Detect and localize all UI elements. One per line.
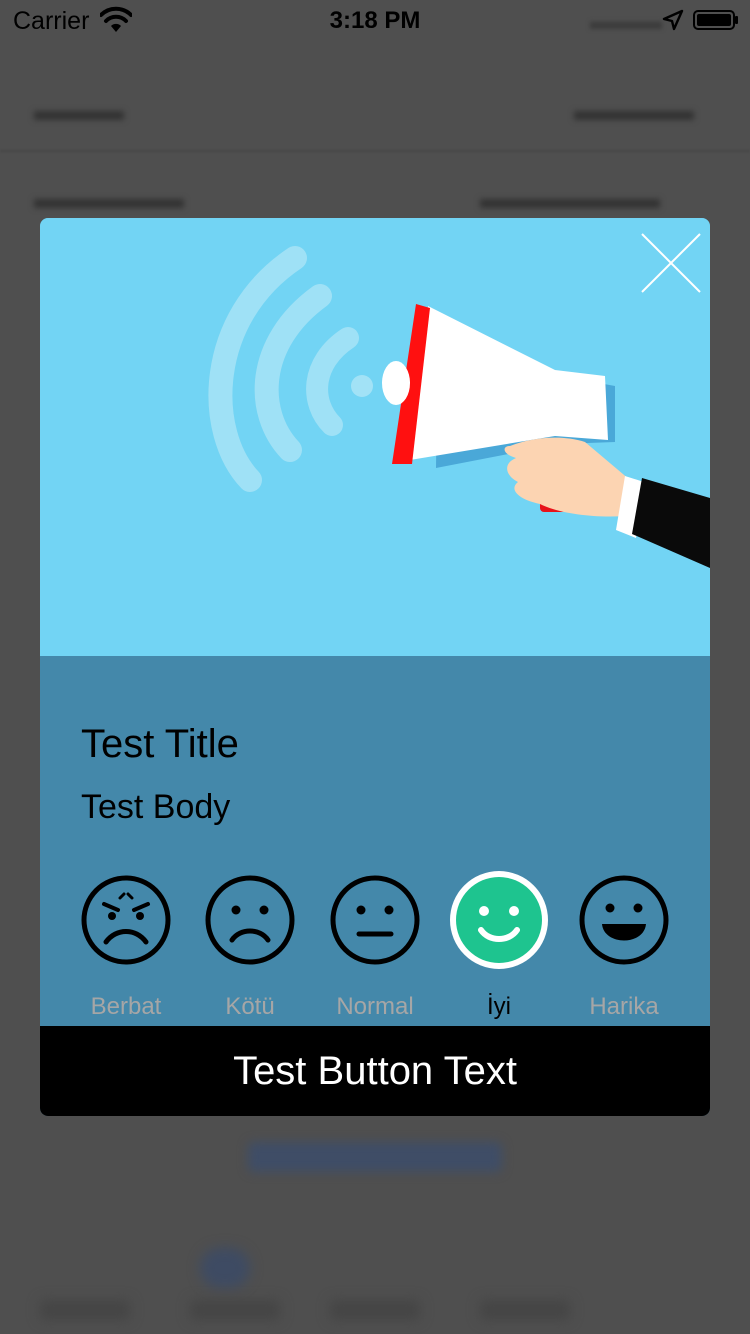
bg-tab-label (330, 1300, 420, 1320)
neutral-face-icon (330, 875, 420, 965)
grin-face-icon (579, 875, 669, 965)
rating-label: Harika (589, 993, 659, 1020)
smile-face-icon (450, 871, 548, 969)
modal-title: Test Title (81, 722, 239, 766)
bg-tab-label (480, 1300, 570, 1320)
rating-option-kotu[interactable]: Kötü (188, 868, 312, 1020)
bg-blurred-row: ▬▬▬ (34, 94, 124, 127)
modal-body: Test Body (81, 788, 231, 826)
battery-icon (693, 10, 738, 30)
bg-tab-label (40, 1300, 130, 1320)
rating-label: Kötü (225, 993, 275, 1020)
status-bar: Carrier 3:18 PM ▬▬▬ (0, 0, 750, 40)
rating-label: Normal (336, 993, 414, 1020)
hero-image (40, 218, 710, 656)
rating-option-berbat[interactable]: Berbat (64, 868, 188, 1020)
bg-blurred-row: ▬▬▬▬▬▬ (480, 182, 660, 215)
rating-label: İyi (487, 993, 511, 1020)
rating-selector: Berbat Kötü Normal İyi Harika (40, 868, 710, 1020)
sad-face-icon (205, 875, 295, 965)
rating-option-iyi[interactable]: İyi (437, 868, 561, 1020)
bg-blurred-row: ▬▬▬▬ (574, 94, 694, 127)
bg-divider (0, 150, 750, 152)
submit-button[interactable]: Test Button Text (40, 1026, 710, 1116)
location-icon (662, 9, 684, 31)
bg-tab-icon (200, 1248, 250, 1288)
rating-label: Berbat (90, 993, 162, 1020)
feedback-modal: Test Title Test Body Berbat Kötü Normal … (40, 218, 710, 1116)
angry-face-icon (81, 875, 171, 965)
bg-tab-label (190, 1300, 280, 1320)
bg-blurred-link (248, 1142, 502, 1172)
megaphone-illustration (208, 246, 710, 568)
blurred-status-text: ▬▬▬ (590, 8, 662, 35)
bg-blurred-row: ▬▬▬▬▬ (34, 182, 184, 215)
rating-option-harika[interactable]: Harika (562, 868, 686, 1020)
modal-content: Test Title Test Body Berbat Kötü Normal … (40, 656, 710, 1026)
rating-option-normal[interactable]: Normal (313, 868, 437, 1020)
close-icon[interactable] (638, 230, 704, 296)
